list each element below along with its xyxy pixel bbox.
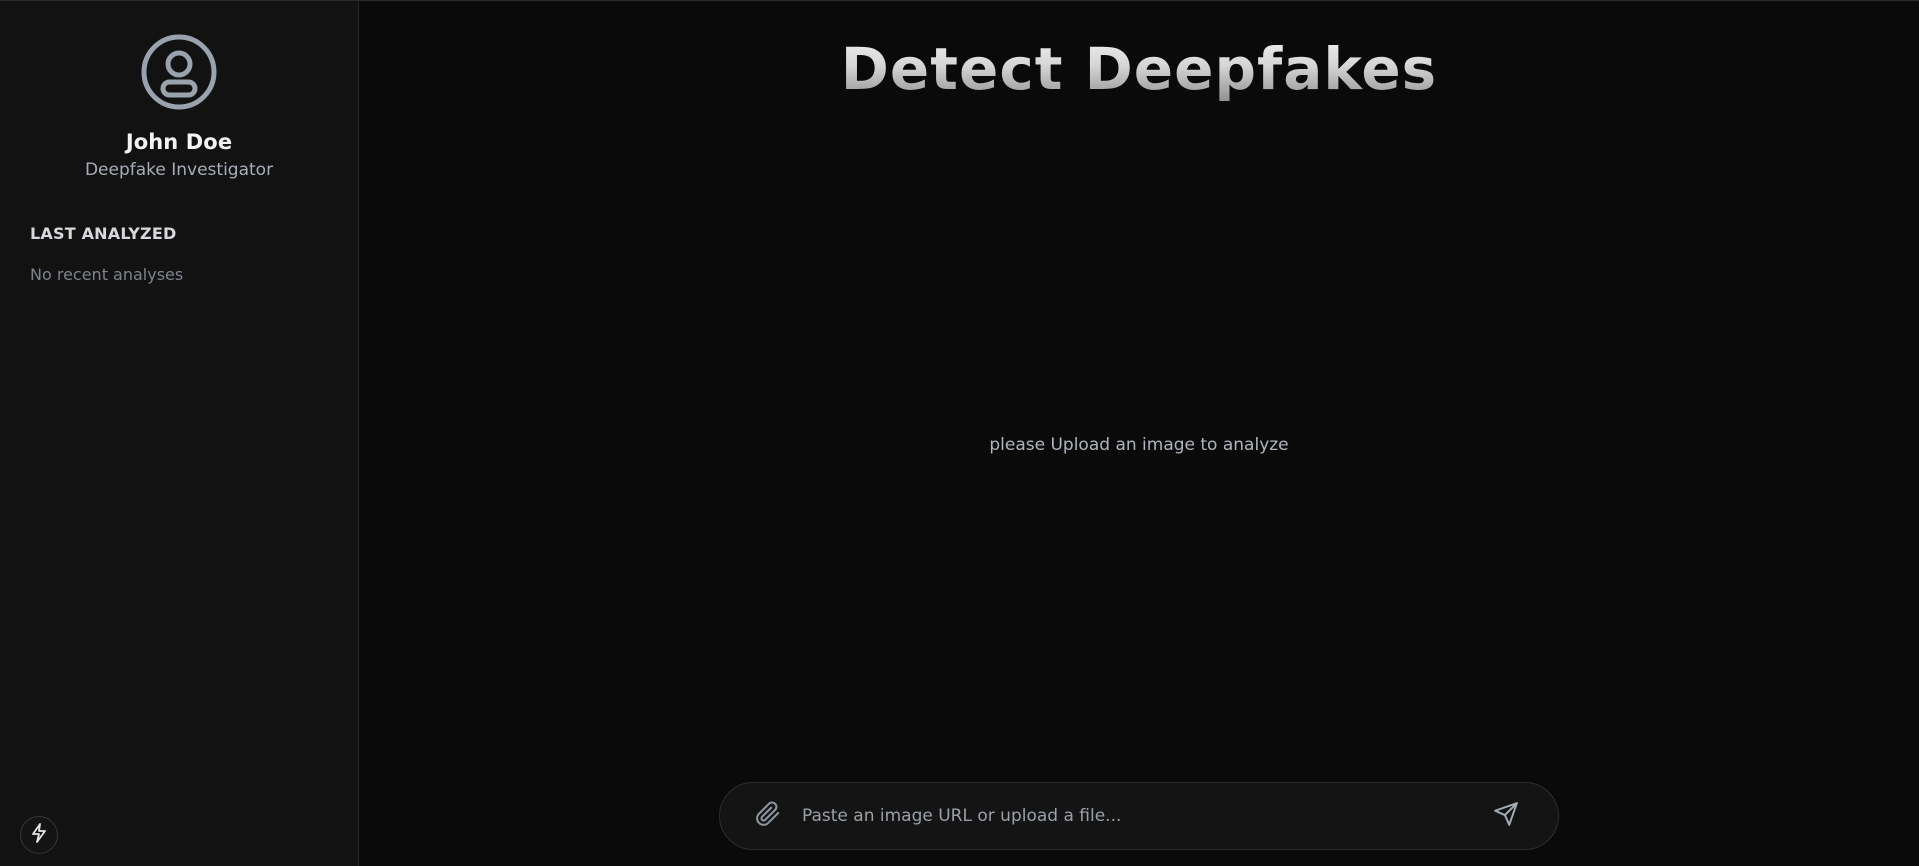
user-role: Deepfake Investigator [84,160,274,180]
url-input-bar [719,782,1559,850]
app-window: John Doe Deepfake Investigator LAST ANAL… [0,0,1919,866]
page-title: Detect Deepfakes [359,35,1919,103]
send-button[interactable] [1486,796,1526,836]
user-name: John Doe [125,130,233,154]
paperclip-icon [755,801,781,831]
image-url-input[interactable] [802,796,1474,836]
user-circle-icon [141,34,217,114]
history-title: LAST ANALYZED [30,224,177,243]
empty-state-message: please Upload an image to analyze [989,435,1289,455]
history-section: LAST ANALYZED No recent analyses [0,224,358,284]
sidebar: John Doe Deepfake Investigator LAST ANAL… [0,1,359,866]
send-icon [1493,801,1519,831]
lightning-bolt-icon [30,823,48,847]
attach-file-button[interactable] [748,796,788,836]
user-profile: John Doe Deepfake Investigator [0,1,358,180]
quick-action-button[interactable] [20,816,58,854]
main-panel: Detect Deepfakes please Upload an image … [359,1,1919,866]
history-empty-text: No recent analyses [30,265,184,284]
